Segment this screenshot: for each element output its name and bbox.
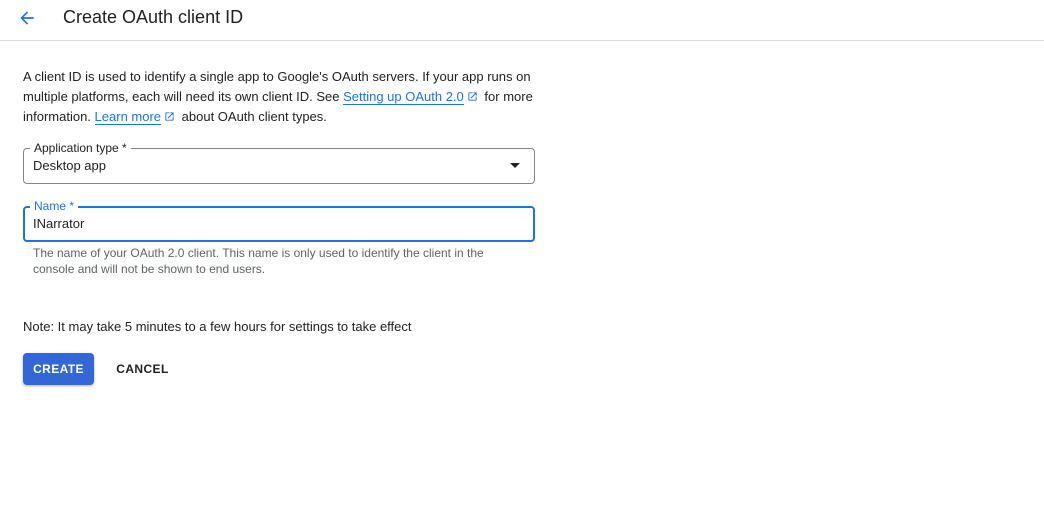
intro-text-part: about OAuth client types. — [178, 109, 327, 124]
open-in-new-icon — [165, 112, 174, 121]
name-label: Name * — [30, 198, 79, 214]
learn-more-link[interactable]: Learn more — [94, 109, 162, 125]
name-input[interactable] — [33, 216, 513, 232]
cancel-button[interactable]: CANCEL — [106, 353, 179, 385]
name-field[interactable]: Name * — [23, 198, 535, 242]
arrow-back-icon — [20, 11, 34, 25]
back-button[interactable] — [14, 5, 40, 31]
settings-note: Note: It may take 5 minutes to a few hou… — [23, 319, 412, 334]
setting-up-oauth-link[interactable]: Setting up OAuth 2.0 — [343, 89, 464, 105]
application-type-value: Desktop app — [33, 158, 106, 173]
intro-text: A client ID is used to identify a single… — [23, 67, 543, 127]
create-button[interactable]: CREATE — [23, 353, 94, 385]
name-hint: The name of your OAuth 2.0 client. This … — [33, 246, 484, 276]
page-title: Create OAuth client ID — [63, 7, 244, 27]
application-type-select[interactable]: Application type * Desktop app — [23, 140, 535, 184]
open-in-new-icon — [468, 92, 477, 101]
caret-down-icon — [510, 163, 520, 168]
page-header: Create OAuth client ID — [0, 0, 1044, 41]
application-type-label: Application type * — [30, 140, 131, 156]
create-oauth-client-page: Create OAuth client ID A client ID is us… — [0, 0, 1044, 515]
